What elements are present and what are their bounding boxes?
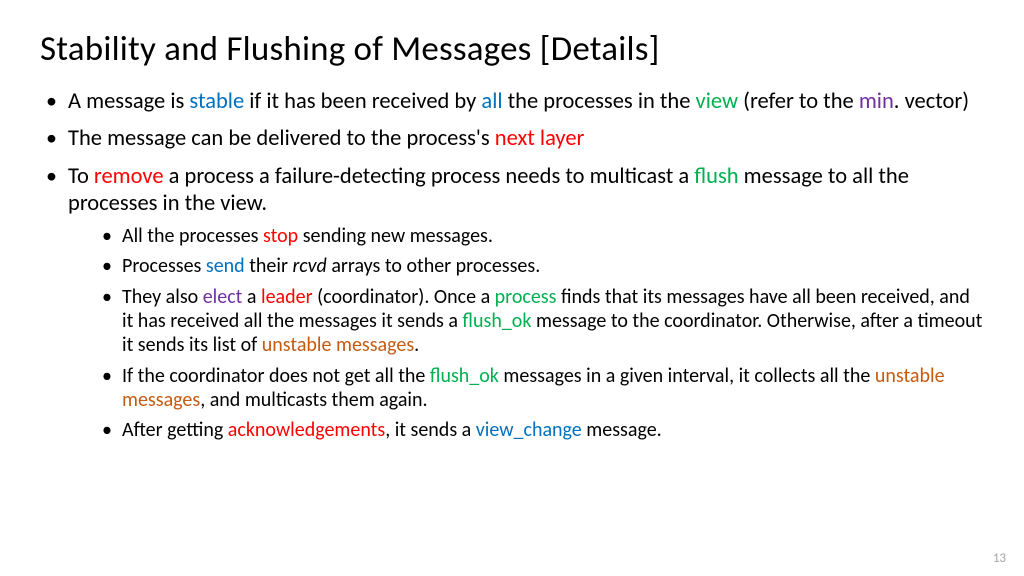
page-title: Stability and Flushing of Messages [Deta… <box>40 28 984 70</box>
sub-elect: They also elect a leader (coordinator). … <box>68 285 984 358</box>
text: . vector) <box>894 88 969 115</box>
text: their <box>245 254 293 278</box>
text: arrays to other processes. <box>327 254 540 278</box>
kw-stop: stop <box>263 224 298 248</box>
text: (refer to the <box>738 88 859 115</box>
kw-elect: elect <box>203 285 243 309</box>
kw-unstable-messages: unstable messages <box>262 333 414 357</box>
text: They also <box>122 285 203 309</box>
text: To <box>68 163 94 190</box>
kw-flush-ok: flush_ok <box>462 309 531 333</box>
text: if it has been received by <box>244 88 481 115</box>
kw-process: process <box>495 285 557 309</box>
sub-list: All the processes stop sending new messa… <box>68 224 984 443</box>
text: All the processes <box>122 224 263 248</box>
text: the processes in the <box>503 88 696 115</box>
bullet-stable: A message is stable if it has been recei… <box>40 88 984 115</box>
text: After getting <box>122 418 228 442</box>
text: sending new messages. <box>298 224 493 248</box>
kw-view-change: view_change <box>476 418 582 442</box>
main-list: A message is stable if it has been recei… <box>40 88 984 443</box>
text: a <box>242 285 261 309</box>
sub-ack: After getting acknowledgements, it sends… <box>68 418 984 442</box>
kw-flush: flush <box>694 163 738 190</box>
text: messages in a given interval, it collect… <box>499 364 875 388</box>
text: A message is <box>68 88 189 115</box>
kw-flush-ok: flush_ok <box>430 364 499 388</box>
page-number: 13 <box>993 551 1006 566</box>
text: message. <box>582 418 662 442</box>
bullet-remove: To remove a process a failure-detecting … <box>40 163 984 443</box>
text: The message can be delivered to the proc… <box>68 125 495 152</box>
text: If the coordinator does not get all the <box>122 364 430 388</box>
kw-rcvd: rcvd <box>292 254 326 278</box>
sub-stop: All the processes stop sending new messa… <box>68 224 984 248</box>
bullet-next-layer: The message can be delivered to the proc… <box>40 125 984 152</box>
text: . <box>414 333 419 357</box>
kw-all: all <box>481 88 502 115</box>
text: , it sends a <box>385 418 476 442</box>
text: Processes <box>122 254 206 278</box>
kw-acknowledgements: acknowledgements <box>228 418 385 442</box>
kw-stable: stable <box>189 88 244 115</box>
text: , and multicasts them again. <box>200 388 427 412</box>
kw-min: min <box>859 88 894 115</box>
text: (coordinator). Once a <box>313 285 495 309</box>
sub-send: Processes send their rcvd arrays to othe… <box>68 254 984 278</box>
kw-leader: leader <box>261 285 313 309</box>
sub-coordinator: If the coordinator does not get all the … <box>68 364 984 413</box>
kw-next-layer: next layer <box>495 125 585 152</box>
kw-remove: remove <box>94 163 164 190</box>
kw-view: view <box>696 88 739 115</box>
kw-send: send <box>206 254 245 278</box>
text: a process a failure-detecting process ne… <box>164 163 695 190</box>
